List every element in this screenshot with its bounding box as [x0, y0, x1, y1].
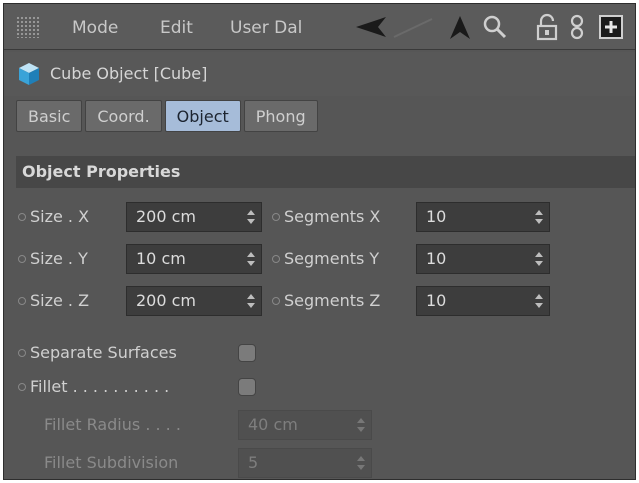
segments-y-field[interactable]: 10 [416, 244, 550, 274]
animate-dot-icon[interactable] [272, 255, 280, 263]
tab-object[interactable]: Object [164, 100, 241, 132]
spinner-icon[interactable] [247, 209, 255, 225]
arrow-left-icon[interactable] [354, 13, 388, 41]
separate-surfaces-label: Separate Surfaces [30, 343, 177, 362]
separate-surfaces-checkbox[interactable] [238, 344, 256, 362]
size-x-label: Size . X [30, 207, 90, 226]
fillet-radius-field[interactable]: 40 cm [238, 410, 372, 440]
animate-dot-icon[interactable] [18, 213, 26, 221]
object-title: Cube Object [Cube] [50, 64, 208, 83]
separate-surfaces-row: Separate Surfaces [4, 336, 635, 370]
drag-grip-icon[interactable] [16, 16, 40, 38]
spinner-icon[interactable] [535, 293, 543, 309]
new-panel-icon[interactable] [598, 13, 624, 41]
arrow-up-icon[interactable] [448, 13, 472, 41]
object-header: Cube Object [Cube] [4, 52, 635, 96]
spinner-icon[interactable] [247, 293, 255, 309]
menu-edit[interactable]: Edit [160, 16, 193, 40]
size-z-field[interactable]: 200 cm [126, 286, 262, 316]
divider-line [393, 18, 433, 38]
animate-dot-icon[interactable] [18, 255, 26, 263]
attribute-manager: Mode Edit User Dal Cube Object [Cube] Ba… [3, 3, 636, 480]
size-z-row: Size . Z 200 cm Segments Z 10 [4, 284, 635, 318]
animate-dot-icon[interactable] [18, 349, 26, 357]
fillet-checkbox[interactable] [238, 378, 256, 396]
fillet-row: Fillet . . . . . . . . . . [4, 370, 635, 404]
tab-coord[interactable]: Coord. [85, 100, 162, 132]
size-z-label: Size . Z [30, 291, 90, 310]
spinner-icon[interactable] [535, 251, 543, 267]
spinner-icon[interactable] [357, 417, 365, 433]
segments-x-field[interactable]: 10 [416, 202, 550, 232]
fillet-subdivision-row: Fillet Subdivision 5 [4, 446, 635, 479]
fillet-radius-row: Fillet Radius . . . . 40 cm [4, 408, 635, 442]
tab-basic[interactable]: Basic [16, 100, 83, 132]
size-y-field[interactable]: 10 cm [126, 244, 262, 274]
segments-x-value: 10 [426, 207, 447, 226]
fillet-radius-label: Fillet Radius . . . . [44, 415, 181, 434]
size-x-row: Size . X 200 cm Segments X 10 [4, 200, 635, 234]
animate-dot-icon[interactable] [272, 213, 280, 221]
size-y-row: Size . Y 10 cm Segments Y 10 [4, 242, 635, 276]
fillet-subdivision-label: Fillet Subdivision [44, 453, 179, 472]
spinner-icon[interactable] [357, 455, 365, 471]
menu-mode[interactable]: Mode [72, 16, 118, 40]
segments-z-value: 10 [426, 291, 447, 310]
tab-bar: Basic Coord. Object Phong [16, 100, 318, 132]
animate-dot-icon[interactable] [272, 297, 280, 305]
size-x-field[interactable]: 200 cm [126, 202, 262, 232]
size-z-value: 200 cm [136, 291, 197, 310]
link-icon[interactable] [568, 13, 586, 41]
segments-z-field[interactable]: 10 [416, 286, 550, 316]
spinner-icon[interactable] [535, 209, 543, 225]
lock-icon[interactable] [536, 13, 558, 41]
fillet-radius-value: 40 cm [248, 415, 298, 434]
object-properties-section[interactable]: Object Properties [16, 156, 635, 188]
tab-phong[interactable]: Phong [243, 100, 318, 132]
menu-user-data[interactable]: User Dal [230, 16, 302, 40]
segments-x-label: Segments X [284, 207, 381, 226]
fillet-label: Fillet . . . . . . . . . . [30, 377, 170, 396]
animate-dot-icon[interactable] [18, 297, 26, 305]
fillet-subdivision-value: 5 [248, 453, 259, 472]
search-icon[interactable] [482, 13, 508, 41]
spinner-icon[interactable] [247, 251, 255, 267]
segments-y-label: Segments Y [284, 249, 380, 268]
menu-bar: Mode Edit User Dal [4, 4, 635, 50]
size-x-value: 200 cm [136, 207, 197, 226]
size-y-label: Size . Y [30, 249, 88, 268]
animate-dot-icon[interactable] [18, 383, 26, 391]
segments-y-value: 10 [426, 249, 447, 268]
segments-z-label: Segments Z [284, 291, 381, 310]
fillet-subdivision-field[interactable]: 5 [238, 448, 372, 478]
section-title: Object Properties [22, 162, 181, 181]
size-y-value: 10 cm [136, 249, 186, 268]
cube-icon [19, 63, 39, 85]
